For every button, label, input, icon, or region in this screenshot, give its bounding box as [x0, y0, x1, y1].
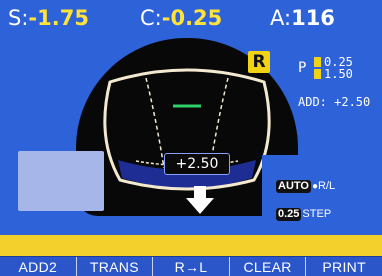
auto-rl-toggle[interactable]: AUTO ●R/L	[276, 180, 335, 193]
step-text: STEP	[302, 208, 332, 220]
left-lens-panel	[18, 151, 104, 211]
softkey-print[interactable]: PRINT	[306, 257, 382, 276]
cylinder-label: C:	[140, 6, 162, 30]
axis-value: 116	[291, 6, 335, 30]
cylinder-value: -0.25	[161, 6, 223, 30]
axis-readout: A:116	[270, 8, 335, 29]
sphere-readout: S:-1.75	[8, 8, 89, 29]
sphere-label: S:	[8, 6, 29, 30]
add-readout: ADD: +2.50	[298, 95, 371, 109]
lensmeter-screen: S:-1.75 C:-0.25 A:116 R +2.50 P 0.25 1.5…	[0, 0, 382, 276]
add-power-display: +2.50	[164, 153, 230, 175]
softkey-bar: ADD2 TRANS R→L CLEAR PRINT	[0, 256, 382, 276]
status-bar	[0, 235, 382, 256]
down-arrow-icon	[186, 186, 214, 214]
right-lens-badge: R	[248, 51, 270, 73]
prism-label: P	[298, 60, 307, 76]
softkey-clear[interactable]: CLEAR	[230, 257, 307, 276]
step-badge: 0.25	[276, 208, 302, 221]
auto-badge: AUTO	[276, 180, 311, 193]
softkey-trans[interactable]: TRANS	[77, 257, 154, 276]
auto-text: R/L	[318, 180, 336, 192]
prism-value-2: 1.50	[324, 67, 353, 81]
sphere-value: -1.75	[28, 6, 89, 30]
softkey-add2[interactable]: ADD2	[0, 257, 77, 276]
prism-direction-icon	[314, 69, 321, 79]
softkey-r-to-l[interactable]: R→L	[153, 257, 230, 276]
step-setting[interactable]: 0.25 STEP	[276, 208, 331, 221]
axis-label: A:	[270, 6, 292, 30]
prism-row-2: 1.50	[314, 68, 353, 80]
cylinder-readout: C:-0.25	[140, 8, 222, 29]
prism-direction-icon	[314, 57, 321, 67]
